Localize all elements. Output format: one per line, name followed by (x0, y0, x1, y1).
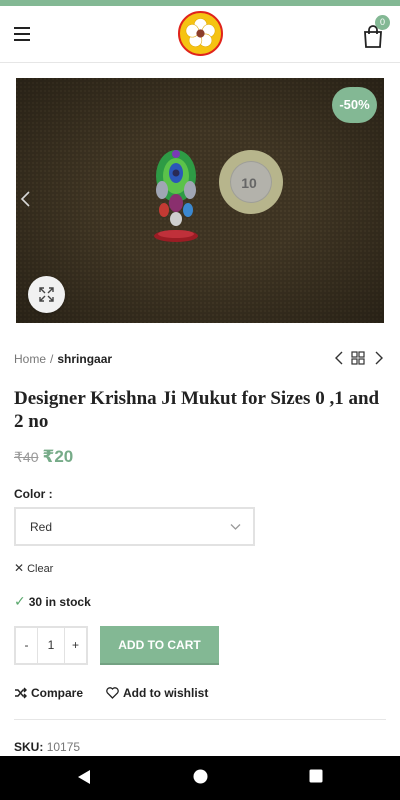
sale-price: ₹20 (42, 447, 74, 466)
back-triangle-icon[interactable] (77, 769, 91, 785)
product-price: ₹40 ₹20 (14, 447, 73, 467)
hamburger-menu-icon[interactable] (14, 27, 30, 41)
chevron-left-icon[interactable] (19, 190, 33, 208)
quantity-input[interactable]: 1 (37, 628, 65, 663)
quantity-increase-button[interactable]: + (65, 628, 86, 663)
color-label: Color : (14, 487, 53, 501)
breadcrumb-home-link[interactable]: Home (14, 352, 46, 366)
cart-count-badge: 0 (375, 15, 390, 30)
check-icon: ✓ (14, 593, 26, 609)
stock-status: ✓ 30 in stock (14, 593, 91, 610)
chevron-left-icon[interactable] (333, 350, 347, 366)
wishlist-label: Add to wishlist (123, 686, 209, 700)
clear-selection-link[interactable]: ✕ Clear (14, 561, 53, 575)
quantity-stepper: - 1 + (14, 626, 88, 665)
chevron-right-icon[interactable] (371, 350, 385, 366)
recents-square-icon[interactable] (309, 769, 323, 783)
breadcrumb: Home / shringaar (14, 352, 112, 366)
grid-icon[interactable] (351, 350, 365, 366)
divider (14, 719, 386, 720)
clear-label: Clear (27, 563, 54, 575)
color-select[interactable]: Red (14, 507, 255, 546)
compare-label: Compare (31, 686, 84, 700)
product-image[interactable]: 10 (16, 78, 384, 323)
shuffle-icon (15, 687, 27, 699)
svg-text:10: 10 (241, 175, 257, 191)
product-title: Designer Krishna Ji Mukut for Sizes 0 ,1… (14, 388, 380, 432)
zoom-button[interactable] (28, 276, 65, 313)
breadcrumb-separator: / (50, 352, 54, 366)
sku-value: 10175 (46, 740, 81, 754)
stock-text: 30 in stock (28, 595, 91, 609)
home-circle-icon[interactable] (193, 769, 208, 784)
close-icon: ✕ (14, 561, 25, 575)
heart-icon (106, 687, 119, 699)
site-logo[interactable] (178, 11, 223, 56)
site-header (0, 6, 400, 63)
system-navigation-bar (0, 756, 400, 800)
quantity-decrease-button[interactable]: - (16, 628, 37, 663)
product-photo: 10 (16, 78, 384, 323)
add-to-cart-button[interactable]: ADD TO CART (100, 626, 219, 665)
chevron-down-icon (230, 524, 241, 530)
sale-badge: -50% (332, 87, 377, 123)
compare-link[interactable]: Compare (14, 686, 83, 700)
color-select-value: Red (30, 520, 53, 534)
expand-icon (39, 287, 54, 302)
breadcrumb-current[interactable]: shringaar (57, 352, 112, 366)
sku-label: SKU: (14, 740, 44, 754)
product-sku: SKU: 10175 (14, 740, 80, 754)
add-to-wishlist-link[interactable]: Add to wishlist (106, 686, 208, 700)
old-price: ₹40 (14, 449, 39, 465)
